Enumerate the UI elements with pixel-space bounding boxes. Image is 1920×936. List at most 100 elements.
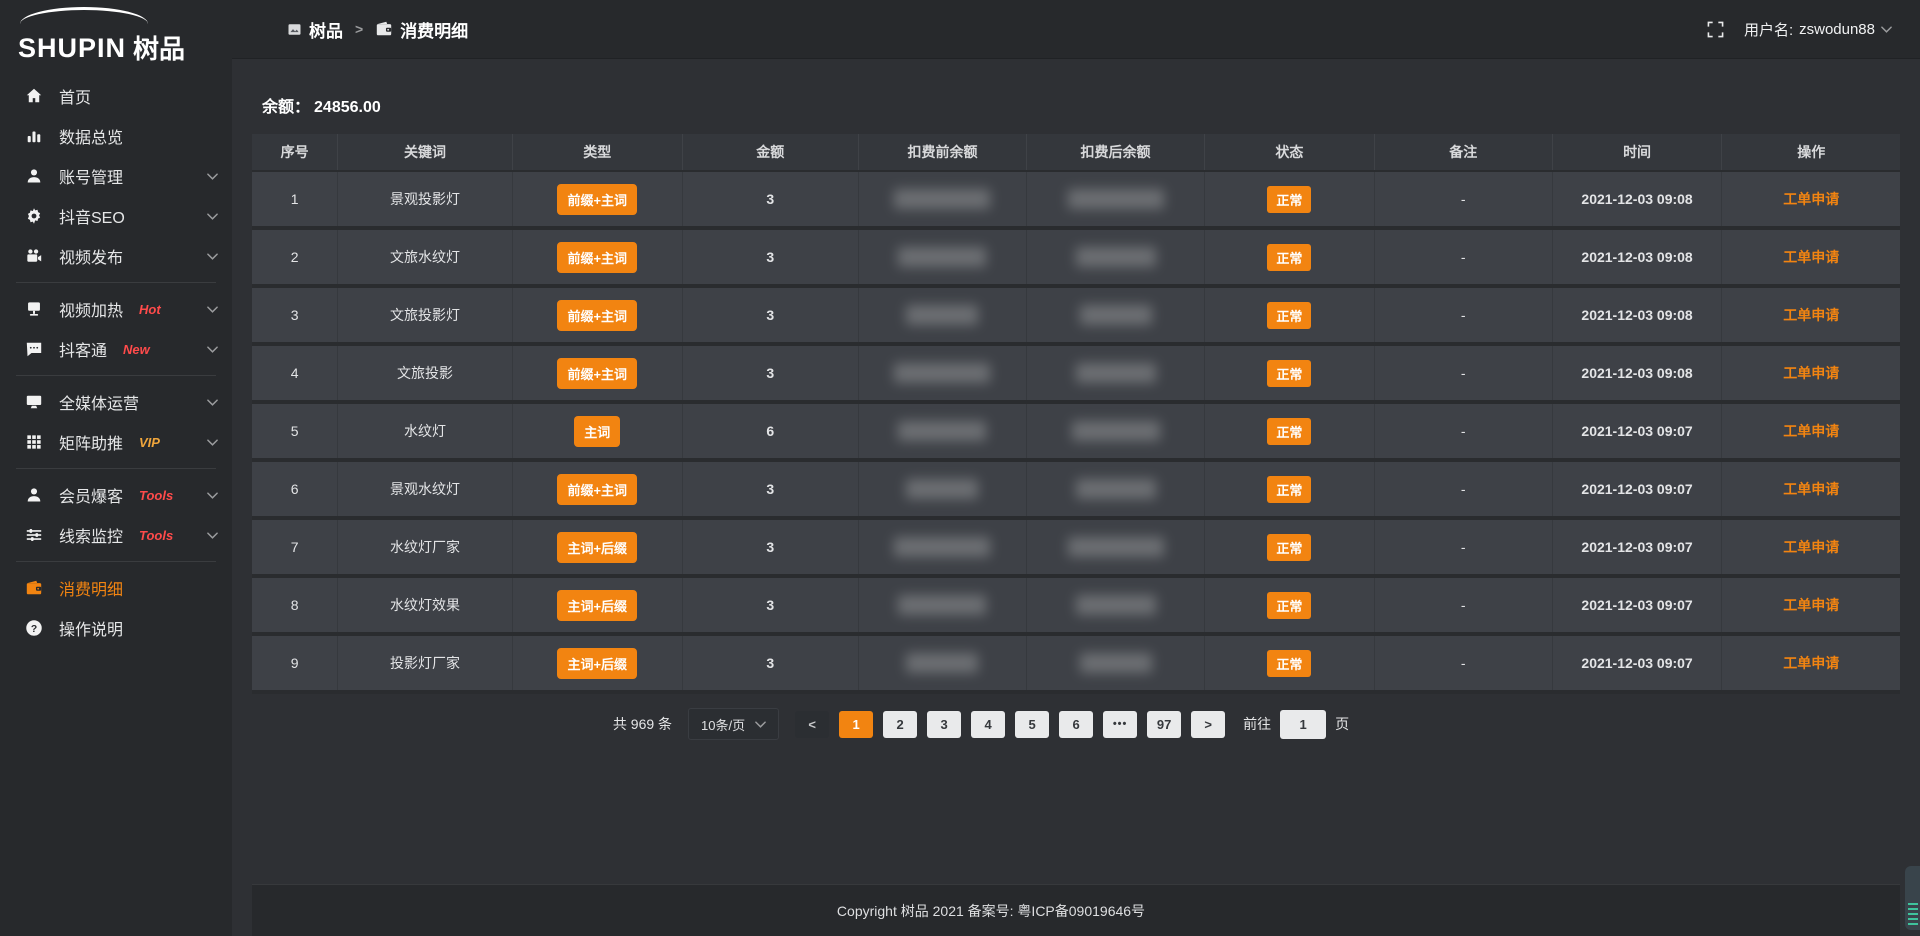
pagination-page-5[interactable]: 5 (1015, 711, 1049, 738)
cell-remark: - (1374, 228, 1552, 286)
sidebar-item-consume-detail[interactable]: 消费明细 (0, 568, 232, 608)
chevron-down-icon (207, 492, 218, 499)
cell-balance-after (1027, 576, 1205, 634)
cell-balance-before (858, 634, 1026, 692)
pagination-goto: 前往 页 (1243, 710, 1349, 739)
breadcrumb-item-consume-detail[interactable]: 消费明细 (375, 17, 468, 42)
column-header: 备注 (1374, 134, 1552, 171)
side-widget-handle[interactable] (1905, 866, 1920, 930)
type-badge: 主词 (574, 416, 620, 447)
pagination-page-2[interactable]: 2 (883, 711, 917, 738)
sidebar-item-member-burst[interactable]: 会员爆客Tools (0, 475, 232, 515)
cell-action: 工单申请 (1722, 344, 1900, 402)
cell-keyword: 水纹灯 (338, 402, 513, 460)
sidebar-item-matrix-boost[interactable]: 矩阵助推VIP (0, 422, 232, 462)
cell-type: 主词+后缀 (512, 634, 682, 692)
work-order-link[interactable]: 工单申请 (1783, 307, 1839, 323)
breadcrumb-item-app[interactable]: 树品 (287, 17, 343, 42)
bar-chart-icon (24, 126, 44, 146)
pagination-next-button[interactable]: > (1191, 711, 1225, 738)
type-badge: 前缀+主词 (557, 300, 637, 331)
work-order-link[interactable]: 工单申请 (1783, 423, 1839, 439)
redacted-balance-after (1068, 189, 1164, 209)
cell-keyword: 文旅投影 (338, 344, 513, 402)
cell-keyword: 景观水纹灯 (338, 460, 513, 518)
sidebar-item-video-heat[interactable]: 视频加热Hot (0, 289, 232, 329)
cell-balance-after (1027, 171, 1205, 228)
cell-type: 主词+后缀 (512, 576, 682, 634)
pagination-page-6[interactable]: 6 (1059, 711, 1093, 738)
pagination-prev-button[interactable]: < (795, 711, 829, 738)
cell-index: 8 (252, 576, 338, 634)
home-icon (24, 86, 44, 106)
cell-keyword: 水纹灯厂家 (338, 518, 513, 576)
page-size-select[interactable]: 10条/页 (688, 708, 779, 740)
question-icon: ? (24, 618, 44, 638)
redacted-balance-before (898, 595, 986, 615)
sidebar-item-label: 操作说明 (59, 616, 123, 640)
cell-amount: 3 (682, 344, 858, 402)
sidebar-item-tag: Tools (139, 488, 173, 503)
column-header: 时间 (1552, 134, 1722, 171)
balance-label: 余额： (262, 99, 310, 116)
cell-remark: - (1374, 286, 1552, 344)
monitor-icon (24, 392, 44, 412)
fullscreen-icon[interactable] (1707, 21, 1724, 38)
pagination-page-3[interactable]: 3 (927, 711, 961, 738)
cell-index: 7 (252, 518, 338, 576)
work-order-link[interactable]: 工单申请 (1783, 481, 1839, 497)
sidebar-item-douketong[interactable]: 抖客通New (0, 329, 232, 369)
sidebar-item-account-management[interactable]: 账号管理 (0, 156, 232, 196)
cell-type: 前缀+主词 (512, 460, 682, 518)
cell-balance-after (1027, 634, 1205, 692)
sidebar-item-tag: New (123, 342, 150, 357)
redacted-balance-before (894, 363, 990, 383)
work-order-link[interactable]: 工单申请 (1783, 655, 1839, 671)
pagination-page-4[interactable]: 4 (971, 711, 1005, 738)
work-order-link[interactable]: 工单申请 (1783, 249, 1839, 265)
cell-time: 2021-12-03 09:07 (1552, 634, 1722, 692)
cell-action: 工单申请 (1722, 460, 1900, 518)
cell-remark: - (1374, 634, 1552, 692)
sidebar-item-all-media-operation[interactable]: 全媒体运营 (0, 382, 232, 422)
work-order-link[interactable]: 工单申请 (1783, 539, 1839, 555)
redacted-balance-after (1080, 305, 1152, 325)
wallet-icon (24, 578, 44, 598)
cell-status: 正常 (1205, 286, 1375, 344)
sidebar-item-data-overview[interactable]: 数据总览 (0, 116, 232, 156)
cell-keyword: 投影灯厂家 (338, 634, 513, 692)
sidebar-item-label: 全媒体运营 (59, 390, 139, 414)
type-badge: 前缀+主词 (557, 358, 637, 389)
cell-time: 2021-12-03 09:08 (1552, 344, 1722, 402)
chat-icon (24, 339, 44, 359)
redacted-balance-after (1080, 653, 1152, 673)
sidebar-divider (16, 561, 216, 562)
work-order-link[interactable]: 工单申请 (1783, 597, 1839, 613)
sidebar-item-operation-guide[interactable]: ? 操作说明 (0, 608, 232, 648)
user-menu[interactable]: 用户名: zswodun88 (1744, 19, 1892, 40)
sidebar-item-clue-monitor[interactable]: 线索监控Tools (0, 515, 232, 555)
cell-keyword: 景观投影灯 (338, 171, 513, 228)
redacted-balance-before (906, 653, 978, 673)
sidebar-item-douyin-seo[interactable]: 抖音SEO (0, 196, 232, 236)
cell-amount: 3 (682, 634, 858, 692)
balance-value: 24856.00 (314, 99, 381, 116)
work-order-link[interactable]: 工单申请 (1783, 365, 1839, 381)
sidebar-item-video-publish[interactable]: 视频发布 (0, 236, 232, 276)
cell-action: 工单申请 (1722, 518, 1900, 576)
pagination-page-1[interactable]: 1 (839, 711, 873, 738)
cell-status: 正常 (1205, 228, 1375, 286)
wallet-icon (375, 20, 393, 38)
chevron-down-icon (207, 213, 218, 220)
content: 余额：24856.00 序号关键词类型金额扣费前余额扣费后余额状态备注时间操作 … (232, 59, 1920, 936)
chevron-down-icon (207, 306, 218, 313)
footer: Copyright 树品 2021 备案号: 粤ICP备09019646号 (252, 884, 1900, 936)
pagination-page-97[interactable]: 97 (1147, 711, 1181, 738)
cell-amount: 3 (682, 228, 858, 286)
goto-page-input[interactable] (1280, 710, 1326, 739)
column-header: 类型 (512, 134, 682, 171)
pagination-ellipsis[interactable]: ••• (1103, 711, 1137, 738)
work-order-link[interactable]: 工单申请 (1783, 191, 1839, 207)
goto-unit: 页 (1335, 714, 1349, 734)
sidebar-item-home[interactable]: 首页 (0, 76, 232, 116)
